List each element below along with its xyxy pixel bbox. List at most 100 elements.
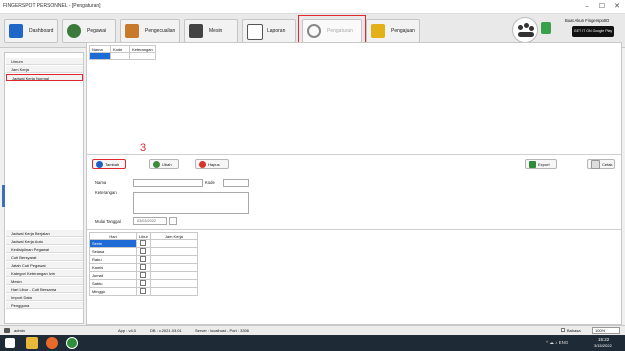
calendar-icon[interactable] [169, 217, 177, 225]
export-button[interactable]: Export [525, 159, 557, 169]
excel-icon [529, 160, 536, 168]
tambah-button[interactable]: Tambah [92, 159, 126, 169]
tab-label: Mesin [209, 28, 223, 34]
libur-checkbox[interactable] [140, 264, 147, 270]
sidebar-splitter-handle[interactable] [2, 185, 5, 207]
table-row[interactable]: Sabtu [89, 279, 198, 288]
column-header-kode[interactable]: Kode [110, 45, 130, 53]
submission-icon [371, 24, 385, 38]
sidebar-item-jadwal-kerja-auto[interactable]: Jadwal Kerja Auto [6, 238, 83, 245]
file-explorer-icon[interactable] [26, 337, 38, 349]
bahasa-checkbox[interactable] [561, 328, 565, 332]
jam-kerja-cell[interactable] [149, 287, 198, 296]
clock-date[interactable]: 3/15/2022 [594, 343, 612, 348]
libur-checkbox[interactable] [140, 240, 147, 246]
clock-time[interactable]: 15:22 [598, 337, 609, 342]
table-row[interactable]: Kamis [89, 263, 198, 272]
sidebar-item-kedisiplinan-pegawai[interactable]: Kedisiplinan Pegawai [6, 246, 83, 253]
libur-checkbox[interactable] [140, 272, 147, 278]
jam-kerja-cell[interactable] [149, 239, 198, 248]
tab-dashboard[interactable]: Dashboard [4, 19, 58, 43]
maximize-button[interactable]: ☐ [595, 1, 609, 12]
jam-kerja-cell[interactable] [149, 271, 198, 280]
system-tray[interactable]: ^ ☁ ♪ ENG [546, 340, 568, 346]
day-cell[interactable]: Minggu [89, 287, 137, 296]
jam-kerja-cell[interactable] [149, 255, 198, 264]
column-header-keterangan[interactable]: Keterangan [129, 45, 156, 53]
sidebar-item-kategori-keterangan-izin[interactable]: Kategori Keterangan Izin [6, 270, 83, 277]
sidebar-item-jadwal-kerja-normal[interactable]: Jadwal Kerja Normal [6, 74, 83, 81]
sidebar-item-jadwal-kerja-berjalan[interactable]: Jadwal Kerja Berjalan [6, 230, 83, 237]
keterangan-label: Keterangan [95, 190, 117, 195]
table-cell[interactable] [129, 52, 156, 60]
printer-icon [591, 160, 600, 169]
tab-pegawai[interactable]: Pegawai [62, 19, 116, 43]
sidebar-item-cuti-bersyarat[interactable]: Cuti Bersyarat [6, 254, 83, 261]
libur-checkbox[interactable] [140, 288, 147, 294]
user-icon [4, 328, 10, 333]
mulai-tanggal-input[interactable]: 03/03/2022 [133, 217, 167, 225]
tab-mesin[interactable]: Mesin [184, 19, 238, 43]
sidebar-item-hari-libur[interactable]: Hari Libur - Cuti Bersama [6, 286, 83, 293]
work-days-table[interactable]: Hari Libur Jam Kerja Senin Selasa Rabu K… [89, 232, 198, 296]
tab-laporan[interactable]: Laporan [242, 19, 296, 43]
day-cell[interactable]: Selasa [89, 247, 137, 256]
sidebar-item-mesin[interactable]: Mesin [6, 278, 83, 285]
jam-kerja-cell[interactable] [149, 279, 198, 288]
tab-pengecualian[interactable]: Pengecualian [120, 19, 180, 43]
tab-pengajuan[interactable]: Pengajuan [366, 19, 420, 43]
windows-taskbar: ^ ☁ ♪ ENG 15:22 3/15/2022 [0, 335, 625, 351]
column-header-nama[interactable]: Nama [89, 45, 111, 53]
table-row[interactable]: Jumat [89, 271, 198, 280]
day-cell[interactable]: Sabtu [89, 279, 137, 288]
table-row[interactable]: Selasa [89, 247, 198, 256]
libur-checkbox[interactable] [140, 248, 147, 254]
sidebar-item-jatah-cuti-pegawai[interactable]: Jatah Cuti Pegawai [6, 262, 83, 269]
nama-label: Nama [95, 180, 107, 185]
cetak-label: Cetak [602, 162, 613, 168]
firefox-icon[interactable] [46, 337, 58, 349]
create-account-link[interactable]: Buat Akun FingerspotID [565, 18, 609, 23]
hapus-button[interactable]: Hapus [195, 159, 229, 169]
table-cell-selected[interactable] [89, 52, 111, 60]
sidebar-item-jam-kerja[interactable]: Jam Kerja [6, 66, 83, 73]
phone-app-icon[interactable] [541, 22, 551, 34]
libur-checkbox[interactable] [140, 280, 147, 286]
sidebar-item-pengguna[interactable]: Pengguna [6, 302, 83, 309]
jam-kerja-cell[interactable] [149, 247, 198, 256]
mulai-tanggal-label: Mulai Tanggal [95, 219, 121, 224]
tambah-label: Tambah [105, 162, 120, 167]
fingerspot-app-icon[interactable] [66, 337, 78, 349]
cetak-button[interactable]: Cetak [587, 159, 615, 169]
table-row[interactable]: Rabu [89, 255, 198, 264]
table-cell[interactable] [110, 52, 130, 60]
table-row[interactable]: Minggu [89, 287, 198, 296]
schedule-table[interactable]: Nama Kode Keterangan [89, 45, 156, 60]
libur-checkbox[interactable] [140, 256, 147, 262]
nama-input[interactable] [133, 179, 203, 187]
column-header-jam-kerja[interactable]: Jam Kerja [149, 232, 198, 240]
minimize-button[interactable]: – [580, 1, 594, 12]
day-cell[interactable]: Senin [89, 239, 137, 248]
column-header-hari[interactable]: Hari [89, 232, 137, 240]
day-cell[interactable]: Rabu [89, 255, 137, 264]
fingerspot-logo-icon [512, 17, 538, 43]
sidebar-item-umum[interactable]: Umum [6, 58, 83, 65]
column-header-libur[interactable]: Libur [136, 232, 151, 240]
google-play-badge[interactable]: GET IT ON Google Play [572, 26, 614, 37]
close-button[interactable]: ✕ [610, 1, 624, 12]
keterangan-textarea[interactable] [133, 192, 249, 214]
kode-input[interactable] [223, 179, 249, 187]
table-row[interactable]: Senin [89, 239, 198, 248]
divider [87, 229, 621, 230]
sidebar-item-import-data[interactable]: Import Data [6, 294, 83, 301]
day-cell[interactable]: Jumat [89, 271, 137, 280]
day-cell[interactable]: Kamis [89, 263, 137, 272]
windows-start-icon[interactable] [5, 338, 15, 348]
zoom-select[interactable]: 100% [592, 327, 620, 334]
jam-kerja-cell[interactable] [149, 263, 198, 272]
status-user: admin [14, 328, 25, 333]
ubah-button[interactable]: Ubah [149, 159, 179, 169]
export-label: Export [538, 162, 550, 167]
tab-label: Pengajuan [391, 28, 415, 34]
